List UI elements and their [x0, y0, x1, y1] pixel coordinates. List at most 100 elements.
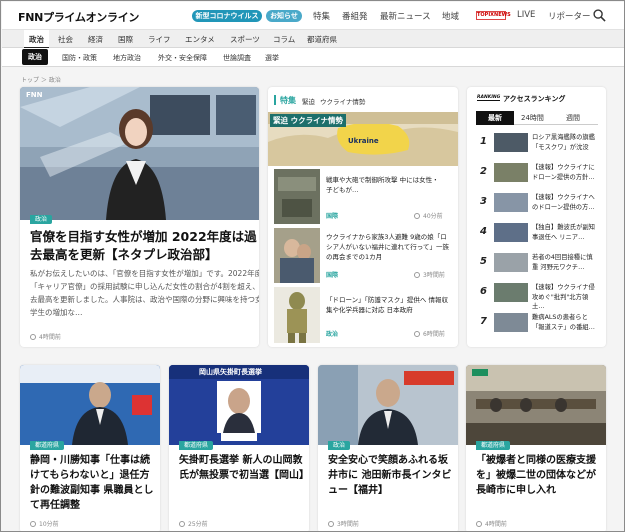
ranking-item[interactable]: 3 【速報】ウクライナへのドローン提供の方…: [467, 191, 606, 215]
site-logo[interactable]: FNNプライムオンライン: [18, 9, 139, 25]
nav-live[interactable]: LIVE: [517, 10, 535, 20]
subcategory-election[interactable]: 選挙: [265, 53, 279, 63]
search-icon[interactable]: [593, 9, 606, 22]
category-society[interactable]: 社会: [58, 34, 73, 45]
clock-icon: [414, 271, 420, 278]
feature-sub1[interactable]: 緊迫: [302, 96, 315, 106]
ranking-item[interactable]: 2 【速報】ウクライナにドローン提供の方針…: [467, 161, 606, 185]
bottom-article-card[interactable]: 政治 安全安心で笑顔あふれる坂井市に 池田新市長インタビュー【福井】 3時間前: [318, 365, 458, 531]
ranking-tab-latest[interactable]: 最新: [476, 111, 514, 125]
bottom-article-time: 3時間前: [328, 519, 359, 528]
ranking-item[interactable]: 1 ロシア黒海艦隊の旗艦「モスクワ」が沈没: [467, 131, 606, 155]
breadcrumb[interactable]: トップ ＞ 政治: [21, 75, 61, 84]
main-article-title[interactable]: 官僚を目指す女性が増加 2022年度は過去最高を更新【ネタプレ政治部】: [30, 228, 259, 264]
feature-banner-image[interactable]: 緊迫 ウクライナ情勢 Ukraine: [268, 112, 458, 166]
ranking-item[interactable]: 5 若者の4回目接種に慎重 河野元ワクチ…: [467, 251, 606, 275]
ranking-item-title: 【独自】難波氏が副知事退任へ リニア…: [532, 224, 595, 241]
fnn-watermark: FNN: [26, 91, 43, 99]
ranking-thumb: [494, 253, 528, 272]
ranking-number: 4: [480, 226, 487, 237]
clock-icon: [414, 212, 420, 219]
feature-label: 特集: [280, 96, 296, 105]
bottom-article-card[interactable]: 岡山県矢掛町長選挙 都道府県 矢掛町長選挙 新人の山岡敦氏が無投票で初当選【岡山…: [169, 365, 309, 531]
main-article-tag: 政治: [30, 215, 53, 224]
subcategory-diplomacy[interactable]: 外交・安全保障: [158, 53, 207, 63]
bottom-article-title: 「被爆者と同様の医療支援を」被爆二世の団体などが長崎市に申し入れ: [476, 455, 596, 496]
clock-icon: [30, 520, 36, 527]
ranking-tab-24h[interactable]: 24時間: [521, 113, 544, 123]
ranking-item[interactable]: 6 【速報】ウクライナ侵攻めぐ"批判"北方領土…: [467, 281, 606, 310]
feature-item-time: 6時間前: [414, 329, 445, 338]
category-column[interactable]: コラム: [273, 34, 295, 45]
bottom-article-time: 10分前: [30, 519, 59, 528]
subcategory-local-politics[interactable]: 地方政治: [113, 53, 141, 63]
bottom-article-title: 矢掛町長選挙 新人の山岡敦氏が無投票で初当選【岡山】: [179, 455, 309, 481]
ranking-item[interactable]: 7 難病ALSの患者らと「報道ステ」の番組…: [467, 311, 606, 335]
bottom-article-banner: 岡山県矢掛町長選挙: [199, 368, 262, 376]
main-article-card[interactable]: FNN 政治 官僚を目指す女性が増加 2022年度は過去最高を更新【ネタプレ政治…: [20, 87, 259, 347]
bottom-article-image: [466, 365, 606, 445]
bottom-article-tag: 都道府県: [179, 441, 214, 450]
feature-item-title: 「ドローン」「防護マスク」提供へ 情報収集や化学兵器に対応 日本政府: [326, 296, 448, 314]
feature-card: 特集 緊迫 ウクライナ情勢 緊迫 ウクライナ情勢 Ukraine 戦車や大砲で制…: [268, 87, 458, 347]
ranking-thumb: [494, 193, 528, 212]
bottom-article-card[interactable]: 都道府県 「被爆者と同様の医療支援を」被爆二世の団体などが長崎市に申し入れ 4時…: [466, 365, 606, 531]
bottom-article-card[interactable]: 都道府県 静岡・川勝知事「仕事は続けてもらわないと」退任方針の難波副知事 県職員…: [20, 365, 160, 531]
nav-tokushu[interactable]: 特集: [313, 10, 330, 22]
ranking-item-title: 【速報】ウクライナへのドローン提供の方…: [532, 194, 595, 211]
category-life[interactable]: ライフ: [148, 34, 171, 45]
ranking-card: RANKING アクセスランキング 最新 24時間 週間 1 ロシア黒海艦隊の旗…: [467, 87, 606, 347]
clock-icon: [414, 330, 420, 337]
nav-region[interactable]: 地域: [442, 10, 459, 22]
nav-latest-news[interactable]: 最新ニュース: [380, 10, 431, 22]
subcategory-defense-policy[interactable]: 国防・政策: [62, 53, 97, 63]
category-international[interactable]: 国際: [118, 34, 133, 45]
clock-icon: [476, 520, 482, 527]
ranking-number: 2: [480, 166, 487, 177]
bottom-article-time-text: 3時間前: [337, 521, 359, 528]
ranking-thumb: [494, 283, 528, 302]
ranking-number: 5: [480, 256, 487, 267]
bottom-article-title: 静岡・川勝知事「仕事は続けてもらわないと」退任方針の難波副知事 県職員として再任…: [30, 455, 154, 511]
category-prefectures[interactable]: 都道府県: [307, 34, 337, 45]
site-header: FNNプライムオンライン 新型コロナウイルス お知らせ 特集 番組発 最新ニュー…: [2, 2, 624, 29]
ranking-item-title: 【速報】ウクライナ侵攻めぐ"批判"北方領土…: [532, 284, 595, 310]
nav-reporter[interactable]: リポーター: [548, 10, 591, 22]
feature-item-title: 戦車や大砲で制御所攻撃 中には女性・子どもが…: [326, 176, 439, 194]
ranking-thumb: [494, 223, 528, 242]
feature-banner-title: 緊迫 ウクライナ情勢: [270, 114, 346, 127]
ranking-item[interactable]: 4 【独自】難波氏が副知事退任へ リニア…: [467, 221, 606, 245]
ranking-tab-weekly[interactable]: 週間: [566, 113, 580, 123]
nav-bangumi[interactable]: 番組発: [342, 10, 368, 22]
main-article-image[interactable]: FNN: [20, 87, 259, 220]
feature-item-time-text: 40分前: [423, 213, 443, 220]
bottom-article-time: 25分前: [179, 519, 208, 528]
feature-item-thumb: [274, 287, 320, 343]
subcategory-bar: 政治 国防・政策 地方政治 外交・安全保障 世論調査 選挙: [2, 48, 624, 67]
bottom-article-title: 安全安心で笑顔あふれる坂井市に 池田新市長インタビュー【福井】: [328, 455, 452, 496]
ranking-badge: RANKING: [477, 95, 501, 101]
ranking-thumb: [494, 133, 528, 152]
feature-map-label: Ukraine: [348, 137, 379, 145]
category-politics[interactable]: 政治: [24, 30, 49, 49]
bottom-article-image: 岡山県矢掛町長選挙: [169, 365, 309, 445]
feature-sub2[interactable]: ウクライナ情勢: [320, 96, 365, 106]
subcategory-politics[interactable]: 政治: [22, 49, 48, 65]
notice-pill[interactable]: お知らせ: [266, 10, 302, 22]
ranking-item-title: 若者の4回目接種に慎重 河野元ワクチ…: [532, 254, 593, 271]
feature-item[interactable]: 「ドローン」「防護マスク」提供へ 情報収集や化学兵器に対応 日本政府 政治 6時…: [274, 287, 454, 343]
partner-logo[interactable]: TOPIXNEWS: [476, 11, 511, 20]
category-economy[interactable]: 経済: [88, 34, 103, 45]
feature-item[interactable]: 戦車や大砲で制御所攻撃 中には女性・子どもが… 国際 40分前: [274, 169, 454, 224]
feature-item-tag: 国際: [326, 272, 339, 279]
covid-pill[interactable]: 新型コロナウイルス: [192, 10, 262, 22]
feature-item-time: 40分前: [414, 211, 443, 220]
ranking-item-title: 【速報】ウクライナにドローン提供の方針…: [532, 164, 595, 181]
category-entertainment[interactable]: エンタメ: [185, 34, 215, 45]
page-frame: FNNプライムオンライン 新型コロナウイルス お知らせ 特集 番組発 最新ニュー…: [0, 0, 625, 532]
feature-item-time-text: 3時間前: [423, 272, 445, 279]
subcategory-poll[interactable]: 世論調査: [223, 53, 251, 63]
feature-item-time: 3時間前: [414, 270, 445, 279]
category-sports[interactable]: スポーツ: [230, 34, 260, 45]
feature-item[interactable]: ウクライナから家族3人避難 9歳の娘「ロシア人がいない福井に連れて行って」一族の…: [274, 228, 454, 283]
